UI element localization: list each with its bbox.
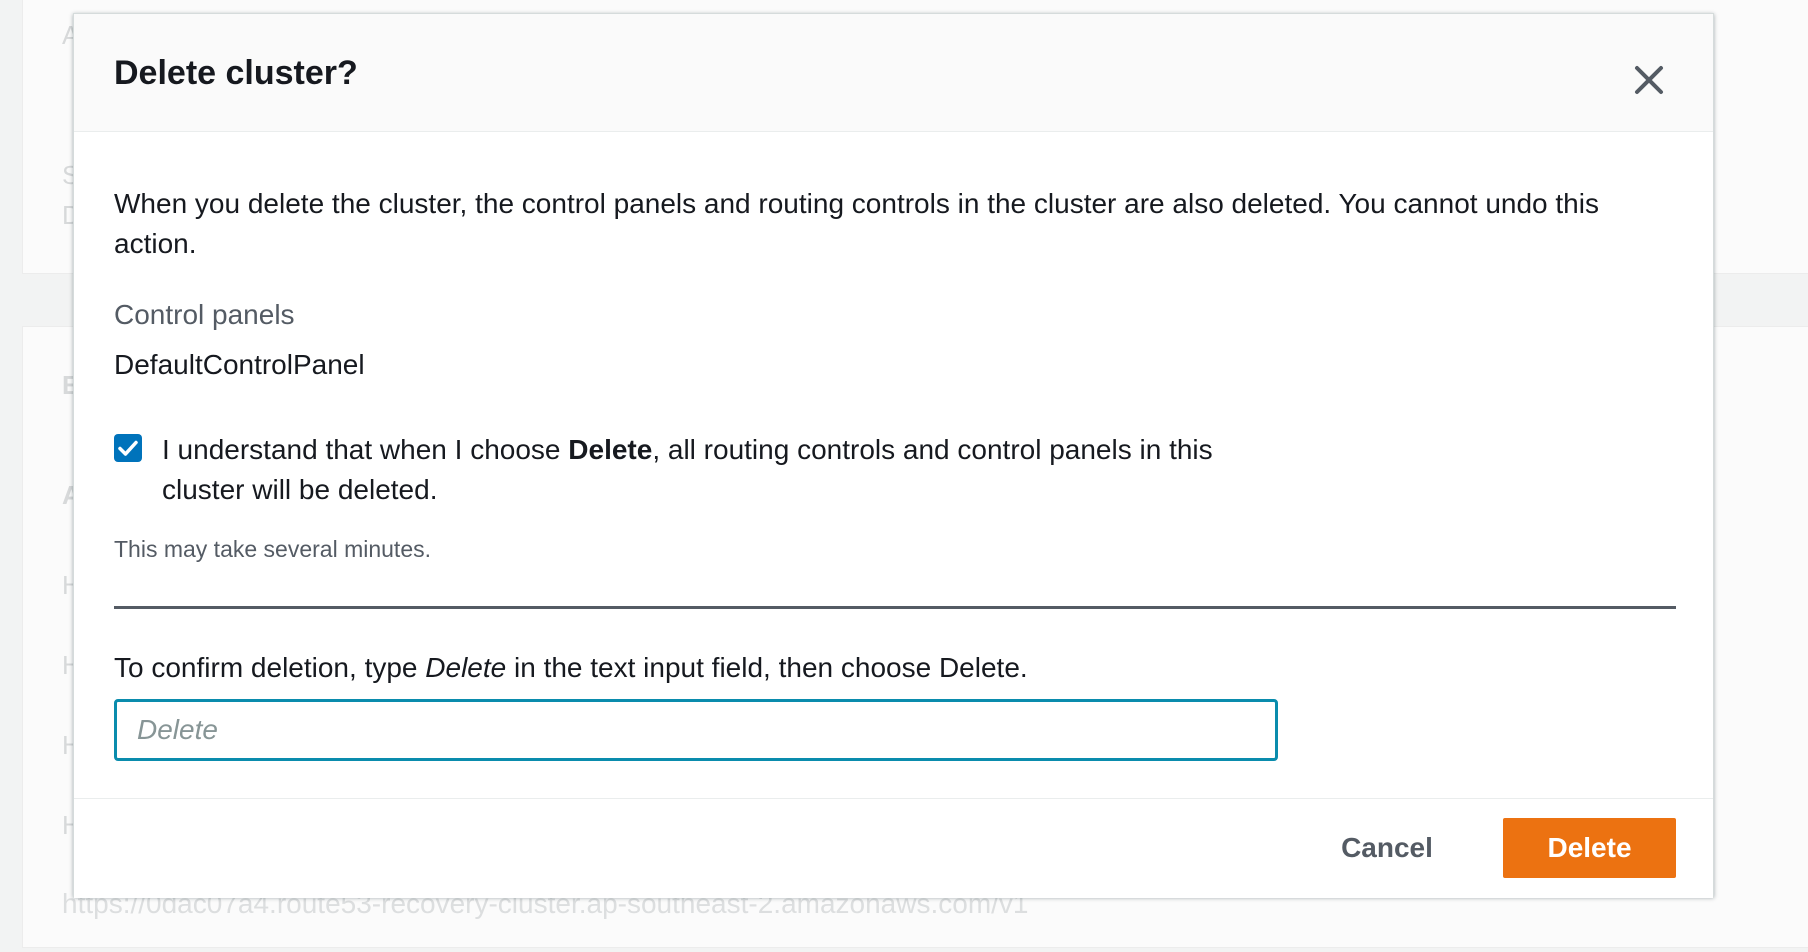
dialog-title: Delete cluster?: [114, 54, 358, 92]
dialog-footer: Cancel Delete: [74, 798, 1713, 898]
control-panels-label: Control panels: [114, 299, 295, 330]
acknowledge-text[interactable]: I understand that when I choose Delete, …: [162, 430, 1302, 510]
confirm-label-start: To confirm deletion, type: [114, 652, 426, 683]
divider: [114, 606, 1676, 609]
cancel-button[interactable]: Cancel: [1312, 818, 1462, 878]
confirm-label: To confirm deletion, type Delete in the …: [114, 652, 1028, 684]
confirm-label-keyword: Delete: [425, 652, 507, 683]
confirm-delete-input[interactable]: [114, 699, 1278, 761]
control-panels-value: DefaultControlPanel: [114, 349, 365, 380]
acknowledge-text-start: I understand that when I choose: [162, 434, 569, 465]
acknowledge-text-bold: Delete: [568, 434, 653, 465]
duration-hint: This may take several minutes.: [114, 536, 432, 562]
acknowledge-checkbox[interactable]: [114, 434, 142, 462]
checkmark-icon: [118, 440, 138, 456]
dialog-description: When you delete the cluster, the control…: [114, 188, 1599, 259]
dialog-header: Delete cluster?: [74, 14, 1713, 132]
confirm-label-end: in the text input field, then choose Del…: [506, 652, 1028, 683]
delete-button[interactable]: Delete: [1503, 818, 1676, 878]
close-button[interactable]: [1627, 58, 1671, 102]
close-icon: [1635, 66, 1663, 94]
delete-cluster-dialog: Delete cluster? When you delete the clus…: [73, 13, 1714, 898]
